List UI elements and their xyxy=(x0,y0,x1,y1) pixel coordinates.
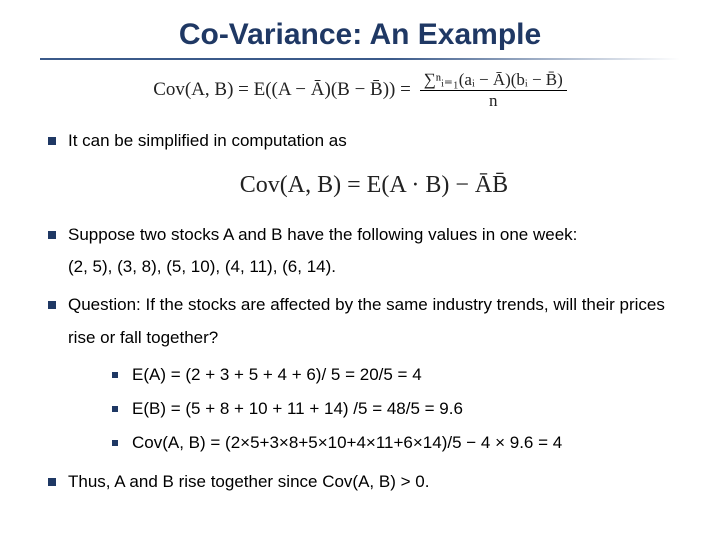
bullet-suppose-data: (2, 5), (3, 8), (5, 10), (4, 11), (6, 14… xyxy=(68,257,336,276)
bullet-question: Question: If the stocks are affected by … xyxy=(40,289,680,460)
slide: Co-Variance: An Example Cov(A, B) = E((A… xyxy=(0,0,720,540)
title-underline xyxy=(40,58,680,60)
sub-bullet-list: E(A) = (2 + 3 + 5 + 4 + 6)/ 5 = 20/5 = 4… xyxy=(108,358,680,460)
bullet-simplified-text: It can be simplified in computation as xyxy=(68,131,347,150)
bullet-suppose: Suppose two stocks A and B have the foll… xyxy=(40,219,680,284)
bullet-conclusion-text: Thus, A and B rise together since Cov(A,… xyxy=(68,472,429,491)
sub-bullet-ea-text: E(A) = (2 + 3 + 5 + 4 + 6)/ 5 = 20/5 = 4 xyxy=(132,365,422,384)
sub-bullet-ea: E(A) = (2 + 3 + 5 + 4 + 6)/ 5 = 20/5 = 4 xyxy=(108,358,680,392)
formula-lhs: Cov(A, B) = E((A − Ā)(B − B̄)) = xyxy=(153,79,411,100)
covariance-simplified-formula: Cov(A, B) = E(A · B) − ĀB̄ xyxy=(68,163,680,209)
formula-denominator: n xyxy=(420,91,567,111)
bullet-simplified: It can be simplified in computation as C… xyxy=(40,125,680,209)
sub-bullet-eb: E(B) = (5 + 8 + 10 + 11 + 14) /5 = 48/5 … xyxy=(108,392,680,426)
bullet-list: It can be simplified in computation as C… xyxy=(40,125,680,498)
covariance-definition-formula: Cov(A, B) = E((A − Ā)(B − B̄)) = ∑ⁿᵢ₌₁(a… xyxy=(40,70,680,111)
bullet-conclusion: Thus, A and B rise together since Cov(A,… xyxy=(40,466,680,498)
sub-bullet-cov: Cov(A, B) = (2×5+3×8+5×10+4×11+6×14)/5 −… xyxy=(108,426,680,460)
sub-bullet-eb-text: E(B) = (5 + 8 + 10 + 11 + 14) /5 = 48/5 … xyxy=(132,399,463,418)
formula2-text: Cov(A, B) = E(A · B) − ĀB̄ xyxy=(240,172,508,198)
slide-title: Co-Variance: An Example xyxy=(40,18,680,52)
bullet-question-text: Question: If the stocks are affected by … xyxy=(68,295,665,346)
formula-fraction: ∑ⁿᵢ₌₁(aᵢ − Ā)(bᵢ − B̄) n xyxy=(420,70,567,111)
formula-numerator: ∑ⁿᵢ₌₁(aᵢ − Ā)(bᵢ − B̄) xyxy=(420,70,567,91)
sub-bullet-cov-text: Cov(A, B) = (2×5+3×8+5×10+4×11+6×14)/5 −… xyxy=(132,433,562,452)
bullet-suppose-text: Suppose two stocks A and B have the foll… xyxy=(68,225,577,244)
